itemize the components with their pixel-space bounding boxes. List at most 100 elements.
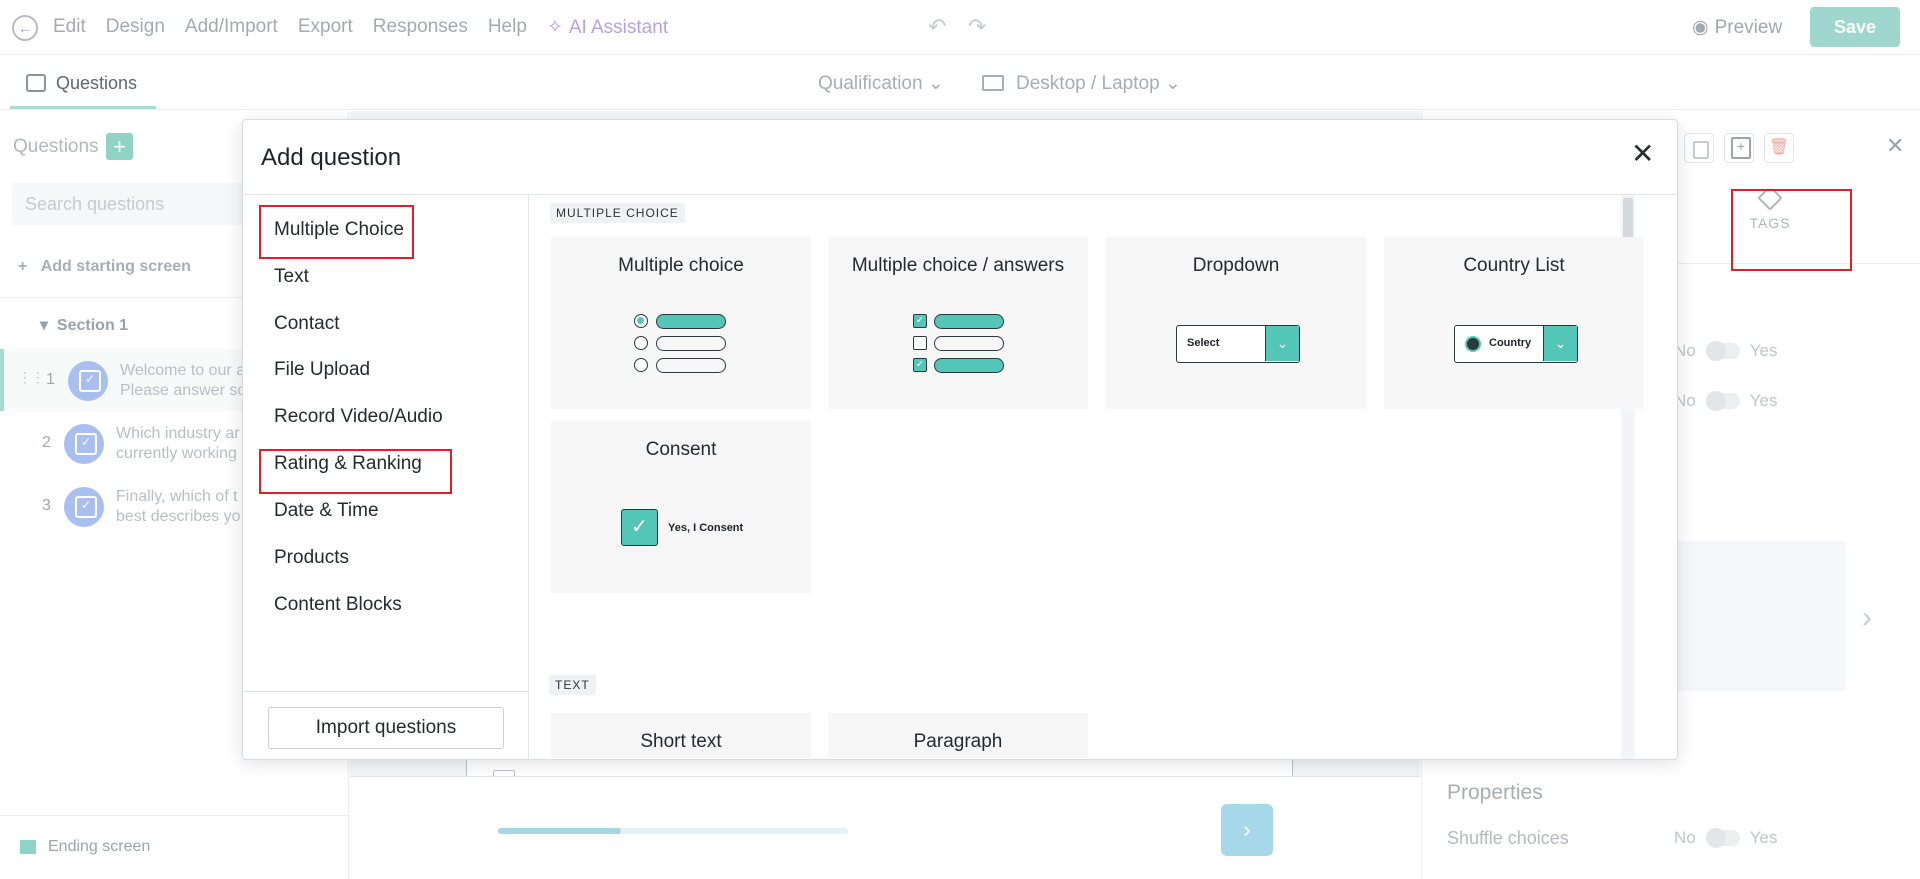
next-button[interactable]: ›: [1221, 804, 1273, 856]
radio-selected-icon: [634, 314, 648, 328]
preview-button[interactable]: ◉ Preview: [1692, 16, 1782, 39]
card-multiple-choice-answers[interactable]: Multiple choice / answers ✓ ✓: [828, 237, 1088, 409]
toggle-row[interactable]: No Yes: [1674, 341, 1777, 361]
tab-questions-label: Questions: [56, 73, 138, 93]
image-placeholder: [1674, 541, 1846, 691]
copy-icon[interactable]: [1684, 133, 1714, 163]
toggle-yes-label: Yes: [1749, 828, 1778, 847]
highlight-box: [1731, 189, 1852, 271]
drag-handle-icon[interactable]: ⋮⋮: [18, 369, 45, 386]
toggle-switch[interactable]: [1705, 828, 1740, 848]
toggle-switch[interactable]: [1705, 341, 1740, 361]
redo-icon[interactable]: ↷: [968, 14, 986, 40]
progress-bar: [498, 828, 848, 834]
questions-icon: [26, 74, 46, 92]
add-starting-screen-button[interactable]: + Add starting screen: [18, 258, 191, 276]
option-pill: [656, 358, 726, 373]
undo-icon[interactable]: ↶: [928, 14, 946, 40]
caret-down-icon: ▾: [40, 317, 49, 334]
card-multiple-choice[interactable]: Multiple choice: [551, 237, 811, 409]
toggle-no-label: No: [1674, 828, 1696, 847]
chevron-down-icon: ⌄: [1164, 73, 1181, 94]
plus-icon: +: [18, 258, 28, 275]
toggle-switch[interactable]: [1705, 391, 1740, 411]
chevron-down-icon: ⌄: [1265, 326, 1299, 361]
tab-questions[interactable]: Questions: [10, 56, 156, 109]
nav-date-time[interactable]: Date & Time: [274, 500, 379, 522]
section-label-multiple-choice: MULTIPLE CHOICE: [550, 203, 685, 223]
highlight-box: [259, 449, 452, 494]
section-header[interactable]: ▾ Section 1: [40, 315, 128, 335]
menu-export[interactable]: Export: [298, 16, 353, 39]
option-pill: [656, 336, 726, 351]
device-label: Desktop / Laptop: [1016, 73, 1160, 94]
card-title: Dropdown: [1192, 255, 1280, 276]
ai-assistant-label: AI Assistant: [568, 17, 669, 38]
menu-responses[interactable]: Responses: [373, 16, 468, 39]
chevron-right-icon[interactable]: ›: [1862, 601, 1872, 635]
card-dropdown[interactable]: Dropdown Select ⌄: [1106, 237, 1366, 409]
card-country-list[interactable]: Country List Country ⌄: [1384, 237, 1644, 409]
toggle-yes-label: Yes: [1749, 391, 1778, 410]
highlight-box: [259, 205, 414, 259]
nav-content-blocks[interactable]: Content Blocks: [274, 594, 402, 616]
modal-title: Add question: [261, 144, 402, 171]
add-starting-screen-label: Add starting screen: [40, 258, 191, 275]
toggle-row[interactable]: No Yes: [1674, 391, 1777, 411]
option-pill: [934, 358, 1004, 373]
sparkle-icon: ✧: [546, 17, 563, 38]
checkbox-checked-icon: ✓: [913, 314, 927, 328]
sidebar-title: Questions: [13, 136, 99, 157]
nav-text[interactable]: Text: [274, 266, 309, 288]
shuffle-toggle-row[interactable]: No Yes: [1674, 828, 1777, 848]
device-dropdown[interactable]: Desktop / Laptop ⌄: [982, 72, 1181, 95]
ending-screen-item[interactable]: Ending screen: [0, 815, 349, 879]
card-paragraph[interactable]: Paragraph: [828, 713, 1088, 758]
chevron-down-icon: ⌄: [927, 73, 944, 94]
radio-icon: [634, 336, 648, 350]
dropdown-illustration: Select ⌄: [1176, 325, 1300, 363]
eye-icon: ◉: [1692, 17, 1709, 38]
duplicate-icon[interactable]: [1724, 133, 1754, 163]
option-pill: [656, 314, 726, 329]
preview-label: Preview: [1714, 17, 1783, 38]
nav-record-video-audio[interactable]: Record Video/Audio: [274, 406, 443, 428]
card-short-text[interactable]: Short text: [551, 713, 811, 758]
qualification-label: Qualification: [818, 73, 923, 94]
menu-add-import[interactable]: Add/Import: [185, 16, 278, 39]
shuffle-choices-label: Shuffle choices: [1447, 828, 1569, 848]
card-consent[interactable]: Consent ✓ Yes, I Consent: [551, 421, 811, 593]
top-menu: Edit Design Add/Import Export Responses …: [53, 16, 668, 39]
option-pill: [934, 336, 1004, 351]
menu-ai-assistant[interactable]: ✧ AI Assistant: [547, 16, 668, 39]
import-questions-button[interactable]: Import questions: [268, 707, 504, 749]
qualification-dropdown[interactable]: Qualification ⌄: [818, 72, 944, 95]
nav-contact[interactable]: Contact: [274, 313, 339, 335]
card-title: Multiple choice / answers: [851, 255, 1065, 276]
option-pill: [934, 314, 1004, 329]
toggle-yes-label: Yes: [1749, 341, 1778, 360]
radio-icon: [634, 358, 648, 372]
save-button[interactable]: Save: [1810, 7, 1900, 47]
menu-help[interactable]: Help: [488, 16, 527, 39]
country-text: Country: [1489, 337, 1532, 349]
close-icon[interactable]: ✕: [1631, 140, 1654, 168]
add-question-button[interactable]: +: [106, 133, 133, 160]
card-title: Paragraph: [913, 731, 1003, 752]
checkbox-question-icon: [64, 487, 104, 527]
back-arrow-icon[interactable]: ←: [12, 15, 38, 41]
menu-edit[interactable]: Edit: [53, 16, 86, 39]
close-icon[interactable]: ✕: [1886, 133, 1904, 159]
top-bar: ← Edit Design Add/Import Export Response…: [0, 0, 1920, 55]
check-icon: ✓: [621, 509, 658, 546]
menu-design[interactable]: Design: [106, 16, 165, 39]
trash-icon[interactable]: 🗑: [1764, 133, 1794, 163]
nav-products[interactable]: Products: [274, 547, 349, 569]
question-number: 2: [42, 434, 51, 451]
nav-file-upload[interactable]: File Upload: [274, 359, 370, 381]
checkbox-question-icon: [64, 424, 104, 464]
question-actions: 🗑: [1684, 133, 1794, 163]
checkbox-icon: [913, 336, 927, 350]
properties-heading: Properties: [1447, 781, 1543, 804]
section-label: Section 1: [56, 317, 129, 334]
